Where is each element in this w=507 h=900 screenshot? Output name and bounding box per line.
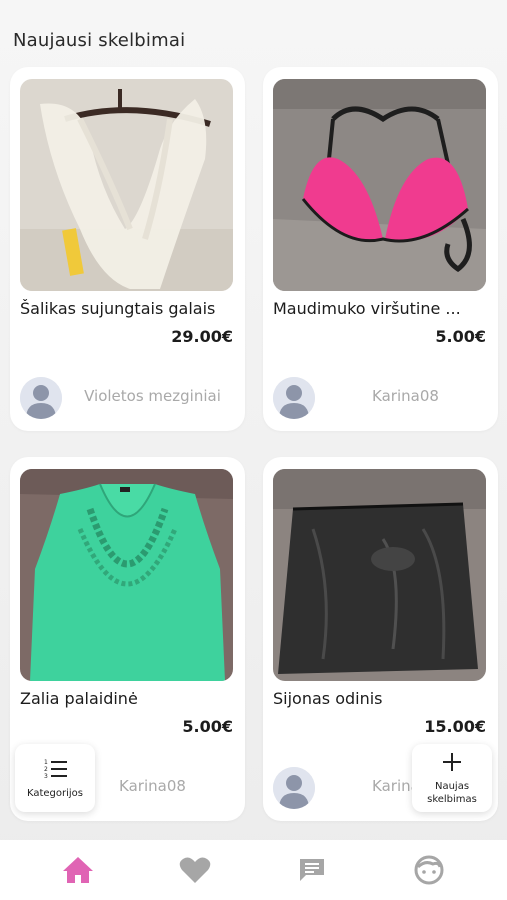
nav-messages[interactable] bbox=[292, 850, 332, 890]
categories-label: Kategorijos bbox=[26, 787, 84, 799]
svg-text:1: 1 bbox=[44, 759, 48, 766]
categories-button[interactable]: 1 2 3 Kategorijos bbox=[15, 744, 95, 812]
listing-card[interactable]: Šalikas sujungtais galais 29.00€ Violeto… bbox=[10, 67, 245, 431]
listing-photo-scarf[interactable] bbox=[20, 79, 233, 291]
listing-price: 29.00€ bbox=[171, 327, 233, 346]
chat-icon bbox=[299, 859, 324, 881]
heart-icon bbox=[179, 857, 211, 883]
listing-title[interactable]: Šalikas sujungtais galais bbox=[20, 299, 235, 318]
svg-text:3: 3 bbox=[44, 773, 48, 780]
listing-photo-leather-skirt[interactable] bbox=[273, 469, 486, 681]
listing-photo-green-blouse[interactable] bbox=[20, 469, 233, 681]
avatar[interactable] bbox=[20, 377, 62, 419]
listing-title[interactable]: Maudimuko viršutine ... bbox=[273, 299, 488, 318]
listing-title[interactable]: Zalia palaidinė bbox=[20, 689, 235, 708]
listing-card[interactable]: Maudimuko viršutine ... 5.00€ Karina08 bbox=[263, 67, 498, 431]
numbered-list-icon: 1 2 3 bbox=[43, 757, 67, 781]
new-listing-label: Naujas skelbimas bbox=[427, 781, 477, 805]
screen: Naujausi skelbimai Šalikas sujungtais ga… bbox=[0, 0, 507, 900]
listing-title[interactable]: Sijonas odinis bbox=[273, 689, 488, 708]
avatar[interactable] bbox=[273, 377, 315, 419]
face-icon bbox=[414, 855, 444, 885]
listing-price: 15.00€ bbox=[424, 717, 486, 736]
nav-favorites[interactable] bbox=[175, 850, 215, 890]
listing-photo-bikini-top[interactable] bbox=[273, 79, 486, 291]
seller-name[interactable]: Karina08 bbox=[325, 387, 486, 405]
home-icon bbox=[63, 857, 94, 883]
nav-home[interactable] bbox=[58, 850, 98, 890]
seller-name[interactable]: Violetos mezginiai bbox=[72, 387, 233, 405]
avatar[interactable] bbox=[273, 767, 315, 809]
bottom-nav bbox=[0, 840, 507, 900]
nav-profile[interactable] bbox=[409, 850, 449, 890]
plus-icon bbox=[442, 750, 462, 774]
listing-price: 5.00€ bbox=[182, 717, 233, 736]
new-listing-button[interactable]: Naujas skelbimas bbox=[412, 744, 492, 812]
listing-price: 5.00€ bbox=[435, 327, 486, 346]
svg-text:2: 2 bbox=[44, 766, 48, 773]
section-title: Naujausi skelbimai bbox=[13, 30, 186, 51]
seller-name[interactable]: Karina08 bbox=[72, 777, 233, 795]
